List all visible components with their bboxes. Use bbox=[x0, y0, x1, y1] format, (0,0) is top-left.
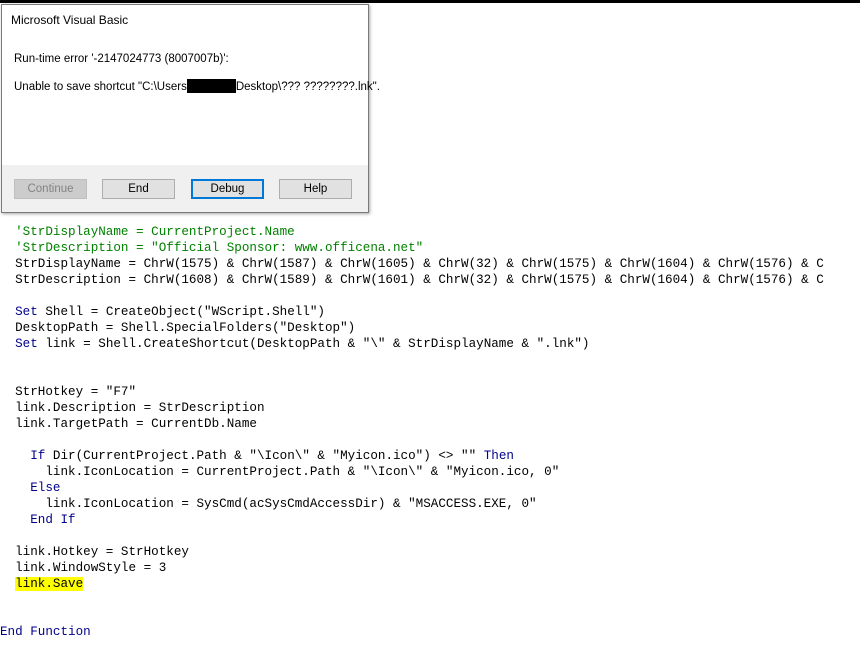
code-line-end-if: End If bbox=[0, 512, 76, 528]
code-comment: 'StrDisplayName = CurrentProject.Name bbox=[0, 225, 295, 239]
help-button[interactable]: Help bbox=[279, 179, 352, 199]
code-line-comment-display-name: 'StrDisplayName = CurrentProject.Name bbox=[0, 224, 295, 240]
code-line-link-hotkey: link.Hotkey = StrHotkey bbox=[0, 545, 189, 559]
code-line-display-name: StrDisplayName = ChrW(1575) & ChrW(1587)… bbox=[0, 257, 824, 271]
continue-button[interactable]: Continue bbox=[14, 179, 87, 199]
code-keyword: Then bbox=[483, 449, 514, 463]
code-line-icon-location-access: link.IconLocation = SysCmd(acSysCmdAcces… bbox=[0, 497, 537, 511]
code-line-if-dir: If Dir(CurrentProject.Path & "\Icon\" & … bbox=[0, 448, 514, 464]
code-keyword: Else bbox=[0, 481, 61, 495]
dialog-title: Microsoft Visual Basic bbox=[11, 13, 129, 27]
code-line-set-link: Set link = Shell.CreateShortcut(DesktopP… bbox=[0, 336, 590, 352]
code-line-comment-description: 'StrDescription = "Official Sponsor: www… bbox=[0, 240, 423, 256]
code-text: Shell = CreateObject("WScript.Shell") bbox=[37, 305, 325, 319]
code-line-hotkey: StrHotkey = "F7" bbox=[0, 385, 137, 399]
code-line-else: Else bbox=[0, 480, 60, 496]
code-line-end-function: End Function bbox=[0, 624, 91, 640]
code-keyword: Set bbox=[0, 305, 38, 319]
end-button[interactable]: End bbox=[102, 179, 175, 199]
code-line-target-path: link.TargetPath = CurrentDb.Name bbox=[0, 417, 257, 431]
dialog-body: Run-time error '-2147024773 (8007007b)':… bbox=[2, 34, 380, 165]
error-message-text: Unable to save shortcut "C:\Users Desktop… bbox=[14, 79, 380, 93]
code-keyword: End If bbox=[0, 513, 76, 527]
code-comment: 'StrDescription = "Official Sponsor: www… bbox=[0, 241, 424, 255]
code-keyword: End Function bbox=[0, 625, 91, 639]
code-line-set-shell: Set Shell = CreateObject("WScript.Shell"… bbox=[0, 304, 325, 320]
code-text: Dir(CurrentProject.Path & "\Icon\" & "My… bbox=[45, 449, 484, 463]
code-line-description: StrDescription = ChrW(1608) & ChrW(1589)… bbox=[0, 273, 824, 287]
code-line-link-description: link.Description = StrDescription bbox=[0, 401, 265, 415]
execution-highlight: link.Save bbox=[15, 577, 84, 591]
dialog-titlebar[interactable]: Microsoft Visual Basic bbox=[2, 5, 368, 34]
code-line-desktop-path: DesktopPath = Shell.SpecialFolders("Desk… bbox=[0, 321, 356, 335]
code-line-icon-location-custom: link.IconLocation = CurrentProject.Path … bbox=[0, 465, 560, 479]
error-message-prefix: Unable to save shortcut "C:\Users bbox=[14, 81, 187, 93]
runtime-error-dialog: Microsoft Visual Basic Run-time error '-… bbox=[1, 4, 380, 213]
code-text: link = Shell.CreateShortcut(DesktopPath … bbox=[37, 337, 590, 351]
code-line-window-style: link.WindowStyle = 3 bbox=[0, 561, 167, 575]
error-code-text: Run-time error '-2147024773 (8007007b)': bbox=[14, 53, 229, 65]
error-message-suffix: Desktop\??? ????????.lnk". bbox=[235, 81, 380, 93]
code-line-link-save: link.Save bbox=[0, 576, 84, 592]
code-keyword: If bbox=[0, 449, 46, 463]
code-keyword: Set bbox=[0, 337, 38, 351]
redaction-block bbox=[186, 79, 236, 93]
debug-button[interactable]: Debug bbox=[191, 179, 264, 199]
